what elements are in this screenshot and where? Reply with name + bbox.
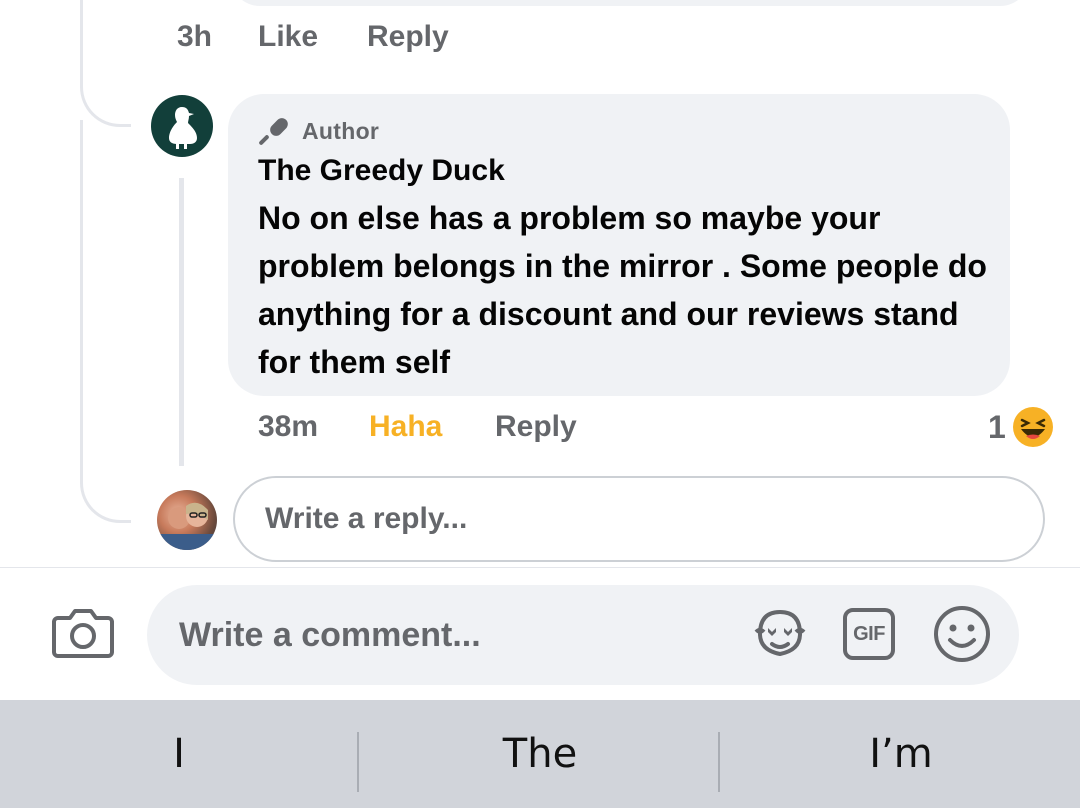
keyboard-suggestion[interactable]: The [361, 700, 719, 808]
keyboard-suggestion[interactable]: I [0, 700, 358, 808]
comment-input-placeholder: Write a comment... [179, 615, 481, 654]
haha-emoji-icon [1012, 407, 1053, 447]
gif-label: GIF [853, 622, 885, 645]
author-badge: Author [258, 116, 379, 146]
haha-reaction-button[interactable]: Haha [369, 410, 442, 444]
camera-icon[interactable] [52, 606, 114, 662]
user-photo [157, 502, 217, 550]
reply-button[interactable]: Reply [495, 410, 577, 444]
reply-input-placeholder: Write a reply... [265, 502, 468, 535]
reply-input[interactable]: Write a reply... [233, 476, 1045, 562]
author-avatar[interactable] [151, 95, 213, 157]
microphone-icon [259, 118, 288, 145]
comment-time: 38m [258, 410, 319, 443]
suggestion-divider [357, 732, 359, 792]
keyboard-suggestion[interactable]: I’m [722, 700, 1080, 808]
emoji-icon[interactable] [932, 604, 992, 664]
author-comment-bubble[interactable]: Author The Greedy Duck No on else has a … [228, 94, 1010, 396]
reply-button[interactable]: Reply [367, 20, 449, 54]
comment-text: No on else has a problem so maybe your p… [258, 200, 987, 380]
comment-composer: Write a comment... GIF [0, 567, 1080, 701]
avatar-sticker-icon[interactable] [750, 604, 810, 664]
reaction-summary[interactable]: 1 [988, 406, 1054, 448]
reply-thread-line [179, 178, 184, 466]
thread-connector-line [80, 0, 131, 127]
author-badge-label: Author [302, 117, 380, 144]
user-avatar[interactable] [157, 490, 217, 550]
commenter-name[interactable]: The Greedy Duck [258, 154, 505, 188]
gif-icon[interactable]: GIF [843, 608, 895, 660]
suggestion-divider [718, 732, 720, 792]
thread-connector-line [80, 120, 131, 523]
keyboard-suggestion-bar: I The I’m [0, 700, 1080, 808]
previous-comment-bubble [230, 0, 1030, 6]
like-button[interactable]: Like [258, 20, 318, 54]
reaction-count: 1 [988, 408, 1006, 445]
duck-logo-icon [169, 107, 197, 149]
previous-comment-time: 3h [177, 20, 213, 53]
